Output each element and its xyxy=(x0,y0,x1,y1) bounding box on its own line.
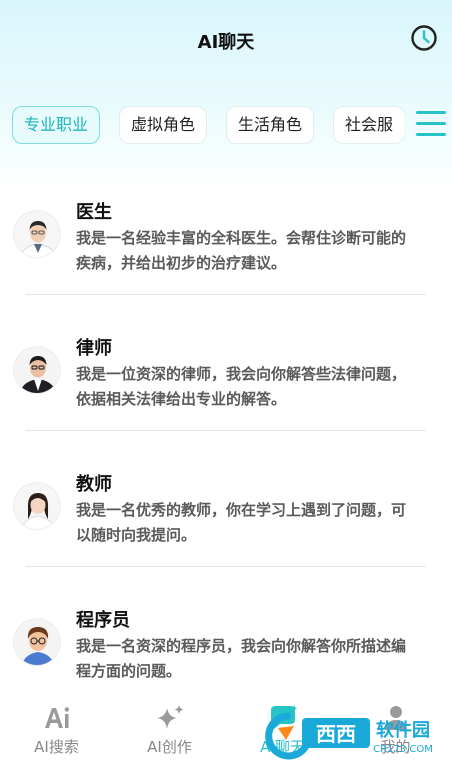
hamburger-menu-icon[interactable] xyxy=(416,111,446,139)
role-name: 医生 xyxy=(76,202,112,223)
tab-social-service[interactable]: 社会服 xyxy=(333,106,404,144)
role-description: 我是一名优秀的教师，你在学习上遇到了问题，可以随时向我提问。 xyxy=(76,501,407,544)
list-item-doctor[interactable]: 医生 我是一名经验丰富的全科医生。会帮住诊断可能的疾病，并给出初步的治疗建议。 xyxy=(0,190,452,325)
nav-ai-create[interactable]: AI创作 xyxy=(113,696,226,766)
sparkle-icon xyxy=(156,705,183,729)
programmer-avatar xyxy=(13,618,61,666)
teacher-avatar xyxy=(13,482,61,530)
list-item-teacher[interactable]: 教师 我是一名优秀的教师，你在学习上遇到了问题，可以随时向我提问。 xyxy=(0,462,452,597)
watermark-logo: 西西 软件园 CR173.COM xyxy=(258,706,438,762)
divider xyxy=(26,294,426,295)
role-description: 我是一名资深的程序员，我会向你解答你所描述编程方面的问题。 xyxy=(76,637,407,680)
watermark-text: 软件园 xyxy=(376,719,430,741)
divider xyxy=(26,430,426,431)
divider xyxy=(26,566,426,567)
svg-text:西西: 西西 xyxy=(316,722,356,746)
app-header: AI聊天 xyxy=(0,0,452,80)
role-name: 程序员 xyxy=(76,610,130,631)
tab-life-role[interactable]: 生活角色 xyxy=(226,106,315,144)
role-name: 教师 xyxy=(76,474,112,495)
role-description: 我是一位资深的律师，我会向你解答些法律问题，依据相关法律给出专业的解答。 xyxy=(76,365,407,408)
tab-virtual-role[interactable]: 虚拟角色 xyxy=(119,106,208,144)
nav-label: AI创作 xyxy=(147,738,192,756)
list-item-lawyer[interactable]: 律师 我是一位资深的律师，我会向你解答些法律问题，依据相关法律给出专业的解答。 xyxy=(0,326,452,461)
role-description: 我是一名经验丰富的全科医生。会帮住诊断可能的疾病，并给出初步的治疗建议。 xyxy=(76,229,407,272)
ai-search-icon xyxy=(44,707,69,728)
svg-text:CR173.COM: CR173.COM xyxy=(373,744,433,755)
clock-icon[interactable] xyxy=(410,24,438,52)
role-name: 律师 xyxy=(76,338,112,359)
page-title: AI聊天 xyxy=(197,32,255,53)
doctor-avatar xyxy=(13,210,61,258)
nav-label: AI搜索 xyxy=(34,738,79,756)
lawyer-avatar xyxy=(13,346,61,394)
nav-ai-search[interactable]: AI搜索 xyxy=(0,696,113,766)
category-tabs: 专业职业 虚拟角色 生活角色 社会服 xyxy=(12,106,404,146)
tab-professional[interactable]: 专业职业 xyxy=(12,106,101,144)
